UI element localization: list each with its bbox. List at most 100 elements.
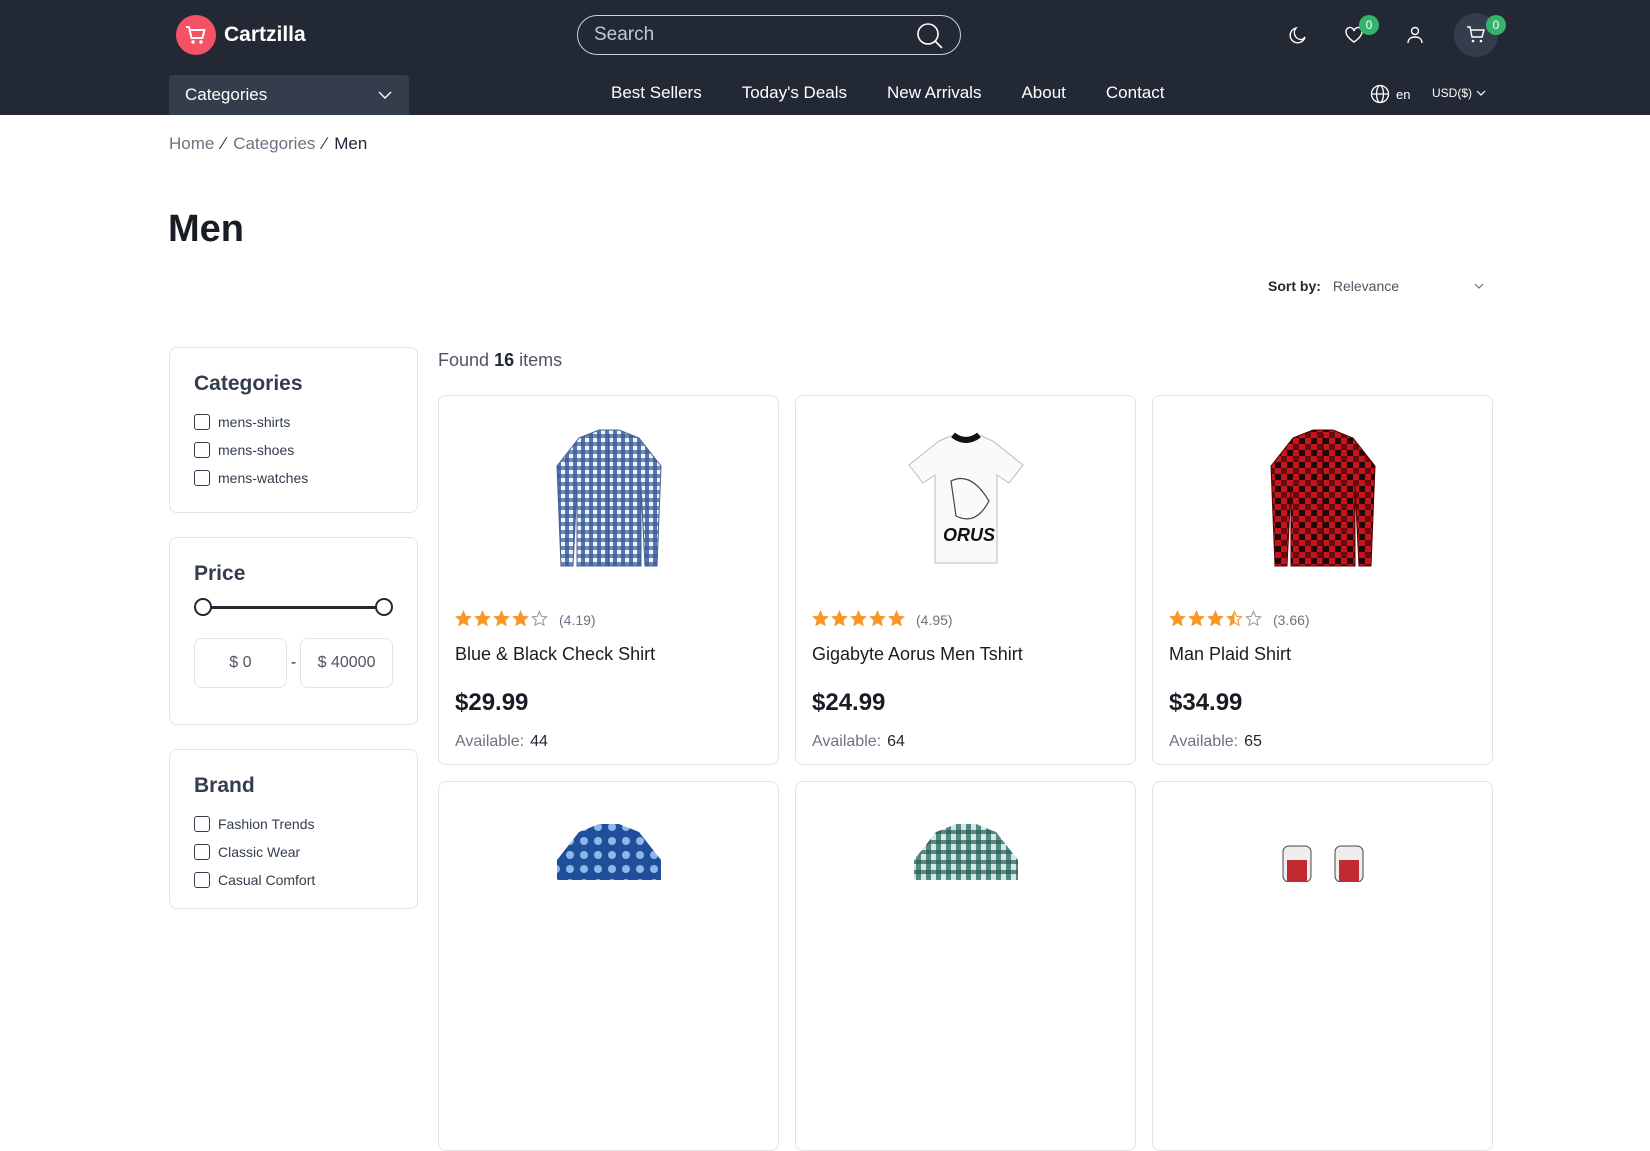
star-icon bbox=[493, 609, 510, 627]
product-image-sneakers[interactable] bbox=[1169, 782, 1476, 992]
star-icon bbox=[831, 609, 848, 627]
language-label: en bbox=[1396, 86, 1411, 102]
checkbox[interactable] bbox=[194, 442, 210, 458]
checkbox-mens-shirts[interactable]: mens-shirts bbox=[194, 408, 393, 436]
results-prefix: Found bbox=[438, 350, 490, 370]
price-filter: Price $ 0 - $ 40000 bbox=[169, 537, 418, 725]
checkbox[interactable] bbox=[194, 872, 210, 888]
search-box[interactable] bbox=[577, 15, 961, 55]
product-image-floral-shirt[interactable] bbox=[455, 782, 762, 992]
star-icon bbox=[474, 609, 491, 627]
product-card[interactable]: (4.19) Blue & Black Check Shirt $29.99 A… bbox=[438, 395, 779, 765]
cart-icon bbox=[1467, 26, 1485, 43]
search-icon[interactable] bbox=[916, 22, 944, 55]
star-icon bbox=[1169, 609, 1186, 627]
checkbox[interactable] bbox=[194, 816, 210, 832]
checkbox-mens-watches[interactable]: mens-watches bbox=[194, 464, 393, 492]
checkbox[interactable] bbox=[194, 414, 210, 430]
checkbox-fashion-trends[interactable]: Fashion Trends bbox=[194, 810, 393, 838]
nav-contact[interactable]: Contact bbox=[1106, 83, 1165, 103]
product-availability: Available: 65 bbox=[1169, 733, 1476, 751]
price-range-slider[interactable] bbox=[194, 598, 393, 618]
nav-about[interactable]: About bbox=[1021, 83, 1065, 103]
availability-label: Available: bbox=[455, 733, 525, 750]
cart-count-badge: 0 bbox=[1486, 15, 1506, 35]
star-icon bbox=[531, 609, 548, 627]
results-number: 16 bbox=[494, 350, 515, 370]
product-price: $24.99 bbox=[812, 689, 886, 716]
sort-value[interactable]: Relevance bbox=[1333, 278, 1473, 294]
price-max-input[interactable]: $ 40000 bbox=[300, 638, 393, 688]
star-icon bbox=[455, 609, 472, 627]
product-image-red-plaid-shirt[interactable] bbox=[1169, 396, 1476, 606]
svg-text:ORUS: ORUS bbox=[943, 525, 995, 545]
product-image-blue-check-shirt[interactable] bbox=[455, 396, 762, 606]
checkbox-label: Classic Wear bbox=[218, 844, 301, 860]
wishlist-count-badge: 0 bbox=[1359, 15, 1379, 35]
nav-todays-deals[interactable]: Today's Deals bbox=[742, 83, 847, 103]
product-image-green-check-shirt[interactable] bbox=[812, 782, 1119, 992]
product-name[interactable]: Blue & Black Check Shirt bbox=[455, 644, 762, 665]
categories-dropdown[interactable]: Categories bbox=[169, 75, 409, 115]
results-suffix: items bbox=[519, 350, 563, 370]
chevron-down-icon bbox=[1474, 283, 1484, 289]
availability-value: 64 bbox=[887, 733, 905, 750]
slider-track bbox=[202, 606, 385, 609]
sort-control[interactable]: Sort by: Relevance bbox=[1268, 278, 1485, 294]
globe-icon bbox=[1370, 84, 1390, 104]
price-separator: - bbox=[290, 654, 297, 671]
product-card[interactable]: (3.66) Man Plaid Shirt $34.99 Available:… bbox=[1152, 395, 1493, 765]
product-card[interactable]: ORUS (4.95) Gigabyte Aorus Men Tshirt $2… bbox=[795, 395, 1136, 765]
slider-max-handle[interactable] bbox=[375, 598, 393, 616]
page-title: Men bbox=[168, 208, 244, 250]
rating-value: (4.19) bbox=[559, 612, 596, 628]
nav-new-arrivals[interactable]: New Arrivals bbox=[887, 83, 981, 103]
availability-value: 44 bbox=[530, 733, 548, 750]
logo[interactable]: Cartzilla bbox=[176, 15, 306, 55]
checkbox[interactable] bbox=[194, 844, 210, 860]
product-card[interactable] bbox=[438, 781, 779, 1151]
star-icon bbox=[1245, 609, 1262, 627]
checkbox-classic-wear[interactable]: Classic Wear bbox=[194, 838, 393, 866]
breadcrumb-separator: ∕ bbox=[323, 134, 327, 153]
brand-filter: Brand Fashion Trends Classic Wear Casual… bbox=[169, 749, 418, 909]
checkbox[interactable] bbox=[194, 470, 210, 486]
nav-best-sellers[interactable]: Best Sellers bbox=[611, 83, 702, 103]
product-rating: (3.66) bbox=[1169, 609, 1476, 630]
product-card[interactable] bbox=[1152, 781, 1493, 1151]
rating-stars bbox=[812, 609, 907, 630]
breadcrumb-home[interactable]: Home bbox=[169, 134, 214, 154]
product-image-aorus-tshirt[interactable]: ORUS bbox=[812, 396, 1119, 606]
slider-min-handle[interactable] bbox=[194, 598, 212, 616]
language-selector[interactable]: en bbox=[1370, 84, 1410, 104]
rating-stars bbox=[455, 609, 550, 630]
currency-selector[interactable]: USD($) bbox=[1432, 86, 1486, 100]
product-rating: (4.95) bbox=[812, 609, 1119, 630]
categories-filter: Categories mens-shirts mens-shoes mens-w… bbox=[169, 347, 418, 513]
filter-title: Price bbox=[194, 562, 246, 585]
star-icon bbox=[1226, 609, 1243, 627]
sort-label: Sort by: bbox=[1268, 278, 1321, 294]
star-icon bbox=[1207, 609, 1224, 627]
breadcrumb-categories[interactable]: Categories bbox=[233, 134, 315, 154]
rating-stars bbox=[1169, 609, 1264, 630]
currency-label: USD($) bbox=[1432, 86, 1473, 100]
results-count: Found 16 items bbox=[438, 350, 562, 371]
product-name[interactable]: Man Plaid Shirt bbox=[1169, 644, 1476, 665]
product-card[interactable] bbox=[795, 781, 1136, 1151]
star-icon bbox=[869, 609, 886, 627]
user-icon[interactable] bbox=[1402, 22, 1428, 48]
availability-label: Available: bbox=[1169, 733, 1239, 750]
checkbox-label: Fashion Trends bbox=[218, 816, 315, 832]
star-icon bbox=[850, 609, 867, 627]
rating-value: (4.95) bbox=[916, 612, 953, 628]
product-name[interactable]: Gigabyte Aorus Men Tshirt bbox=[812, 644, 1119, 665]
moon-icon[interactable] bbox=[1285, 22, 1311, 48]
rating-value: (3.66) bbox=[1273, 612, 1310, 628]
checkbox-mens-shoes[interactable]: mens-shoes bbox=[194, 436, 393, 464]
cart-logo-icon bbox=[176, 15, 216, 55]
availability-value: 65 bbox=[1244, 733, 1262, 750]
price-min-input[interactable]: $ 0 bbox=[194, 638, 287, 688]
checkbox-casual-comfort[interactable]: Casual Comfort bbox=[194, 866, 393, 894]
search-input[interactable] bbox=[578, 24, 898, 46]
